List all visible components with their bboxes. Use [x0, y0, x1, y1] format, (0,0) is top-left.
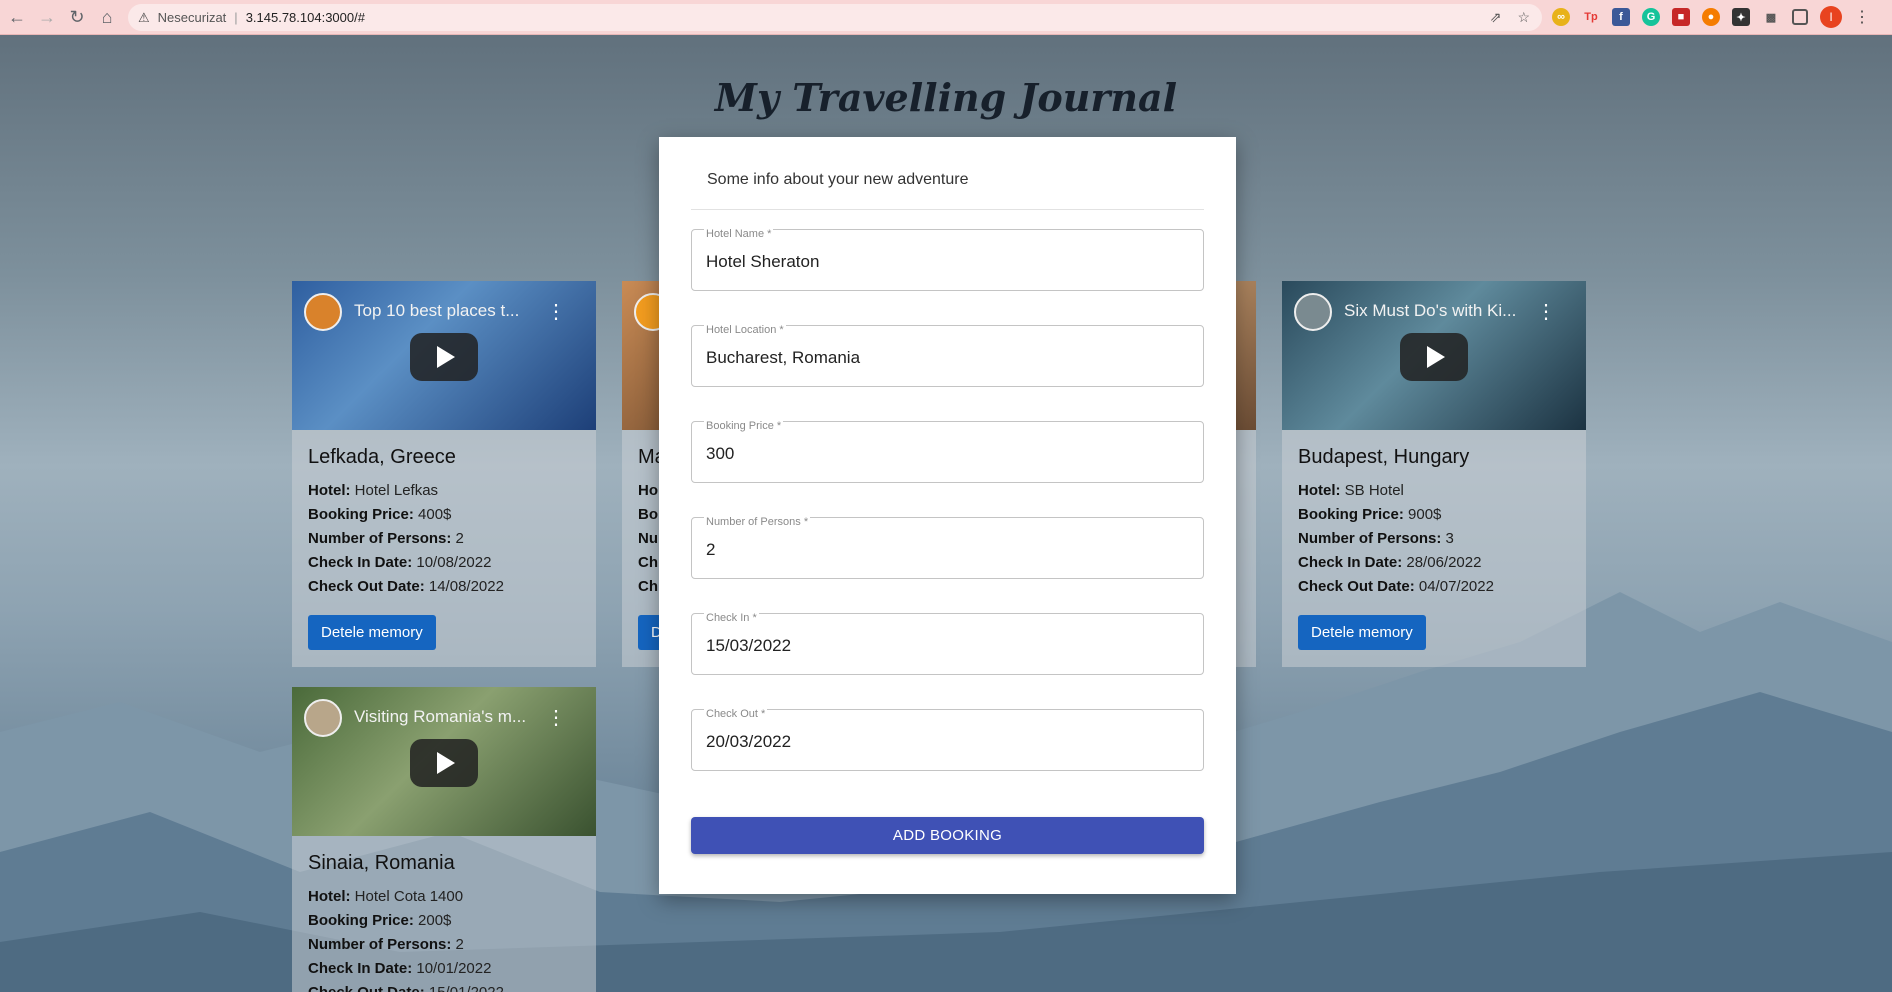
video-menu-icon[interactable]: ⋮	[546, 299, 566, 324]
extension-tp-icon[interactable]: Tp	[1582, 8, 1600, 26]
extension-grammarly-icon[interactable]: G	[1642, 8, 1660, 26]
play-icon[interactable]	[410, 333, 478, 381]
hotel-row: Hotel: Hotel Lefkas	[308, 482, 439, 499]
persons-row: Number of Persons: 2	[308, 936, 464, 953]
channel-avatar	[304, 699, 342, 737]
delete-memory-button[interactable]: Detele memory	[1298, 615, 1426, 650]
hotel-location-field[interactable]: Hotel Location *	[691, 324, 1204, 387]
hotel-location-label: Hotel Location *	[704, 324, 786, 336]
checkout-row: Check Out Date: 14/08/2022	[308, 578, 504, 595]
delete-memory-button[interactable]: Detele memory	[308, 615, 436, 650]
extensions-puzzle-icon[interactable]: ▩	[1762, 8, 1780, 26]
extension-red-icon[interactable]: ■	[1672, 8, 1690, 26]
bookmark-star-icon[interactable]: ☆	[1517, 9, 1530, 26]
card-title: Lefkada, Greece	[308, 446, 456, 468]
persons-row: Number of Persons: 3	[1298, 530, 1454, 547]
hotel-name-label: Hotel Name *	[704, 228, 774, 240]
video-menu-icon[interactable]: ⋮	[546, 705, 566, 730]
booking-price-label: Booking Price *	[704, 420, 784, 432]
reload-icon[interactable]: ↻	[64, 4, 90, 30]
play-icon[interactable]	[410, 739, 478, 787]
check-out-label: Check Out *	[704, 708, 768, 720]
check-out-input[interactable]	[706, 732, 1186, 752]
video-thumbnail[interactable]: Six Must Do's with Ki... ⋮	[1282, 281, 1586, 430]
price-row: Booking Price: 200$	[308, 912, 452, 929]
extension-facebook-icon[interactable]: f	[1612, 8, 1630, 26]
check-in-label: Check In *	[704, 612, 759, 624]
modal-heading: Some info about your new adventure	[707, 171, 969, 188]
booking-price-input[interactable]	[706, 444, 1186, 464]
channel-avatar	[1294, 293, 1332, 331]
url-text[interactable]: 3.145.78.104:3000/#	[246, 10, 365, 25]
share-icon[interactable]: ⇗	[1490, 9, 1502, 26]
video-title: Top 10 best places t...	[354, 301, 520, 320]
number-of-persons-label: Number of Persons *	[704, 516, 811, 528]
video-menu-icon[interactable]: ⋮	[1536, 299, 1556, 324]
hotel-name-input[interactable]	[706, 252, 1186, 272]
price-row: Booking Price: 900$	[1298, 506, 1442, 523]
checkin-row: Check In Date: 28/06/2022	[1298, 554, 1482, 571]
video-thumbnail[interactable]: Top 10 best places t... ⋮	[292, 281, 596, 430]
memory-card: Six Must Do's with Ki... ⋮ Budapest, Hun…	[1282, 281, 1586, 667]
persons-row: Number of Persons: 2	[308, 530, 464, 547]
browser-menu-icon[interactable]: ⋮	[1854, 7, 1870, 27]
side-panel-icon[interactable]	[1792, 9, 1808, 25]
back-icon[interactable]: ←	[4, 4, 30, 30]
hotel-location-input[interactable]	[706, 348, 1186, 368]
check-out-field[interactable]: Check Out *	[691, 708, 1204, 771]
forward-icon[interactable]: →	[34, 4, 60, 30]
hotel-row: Hotel: Hotel Cota 1400	[308, 888, 464, 905]
play-icon[interactable]	[1400, 333, 1468, 381]
memory-card: Visiting Romania's m... ⋮ Sinaia, Romani…	[292, 687, 596, 992]
number-of-persons-input[interactable]	[706, 540, 1186, 560]
video-title: Visiting Romania's m...	[354, 707, 527, 726]
checkin-row: Check In Date: 10/08/2022	[308, 554, 492, 571]
checkout-row: Check Out Date: 15/01/2022	[308, 981, 580, 992]
page-title: My Travelling Journal	[714, 75, 1178, 120]
profile-avatar[interactable]: I	[1820, 6, 1842, 28]
extension-glasses-icon[interactable]: ∞	[1552, 8, 1570, 26]
check-in-field[interactable]: Check In *	[691, 612, 1204, 675]
video-thumbnail[interactable]: Visiting Romania's m... ⋮	[292, 687, 596, 836]
price-row: Booking Price: 400$	[308, 506, 452, 523]
checkin-row: Check In Date: 10/01/2022	[308, 960, 492, 977]
card-title: Sinaia, Romania	[308, 852, 455, 874]
check-in-input[interactable]	[706, 636, 1186, 656]
video-title: Six Must Do's with Ki...	[1344, 301, 1517, 320]
card-title: Budapest, Hungary	[1298, 446, 1470, 468]
number-of-persons-field[interactable]: Number of Persons *	[691, 516, 1204, 579]
separator: |	[234, 10, 238, 25]
home-icon[interactable]: ⌂	[94, 4, 120, 30]
extension-orange-icon[interactable]: ●	[1702, 8, 1720, 26]
warning-icon: ⚠	[138, 9, 150, 25]
hotel-name-field[interactable]: Hotel Name *	[691, 228, 1204, 291]
hotel-row: Hotel: SB Hotel	[1298, 482, 1404, 499]
extension-dark-icon[interactable]: ✦	[1732, 8, 1750, 26]
insecure-label: Nesecurizat	[157, 10, 227, 25]
address-bar[interactable]: ⚠ Nesecurizat | 3.145.78.104:3000/# ⇗ ☆	[128, 4, 1542, 31]
booking-price-field[interactable]: Booking Price *	[691, 420, 1204, 483]
memory-card: Top 10 best places t... ⋮ Lefkada, Greec…	[292, 281, 596, 667]
add-booking-button[interactable]: ADD BOOKING	[691, 817, 1204, 854]
add-booking-modal: Some info about your new adventure Hotel…	[659, 137, 1236, 894]
checkout-row: Check Out Date: 04/07/2022	[1298, 578, 1494, 595]
browser-toolbar: ← → ↻ ⌂ ⚠ Nesecurizat | 3.145.78.104:300…	[0, 0, 1892, 35]
channel-avatar	[304, 293, 342, 331]
modal-divider	[691, 209, 1204, 210]
